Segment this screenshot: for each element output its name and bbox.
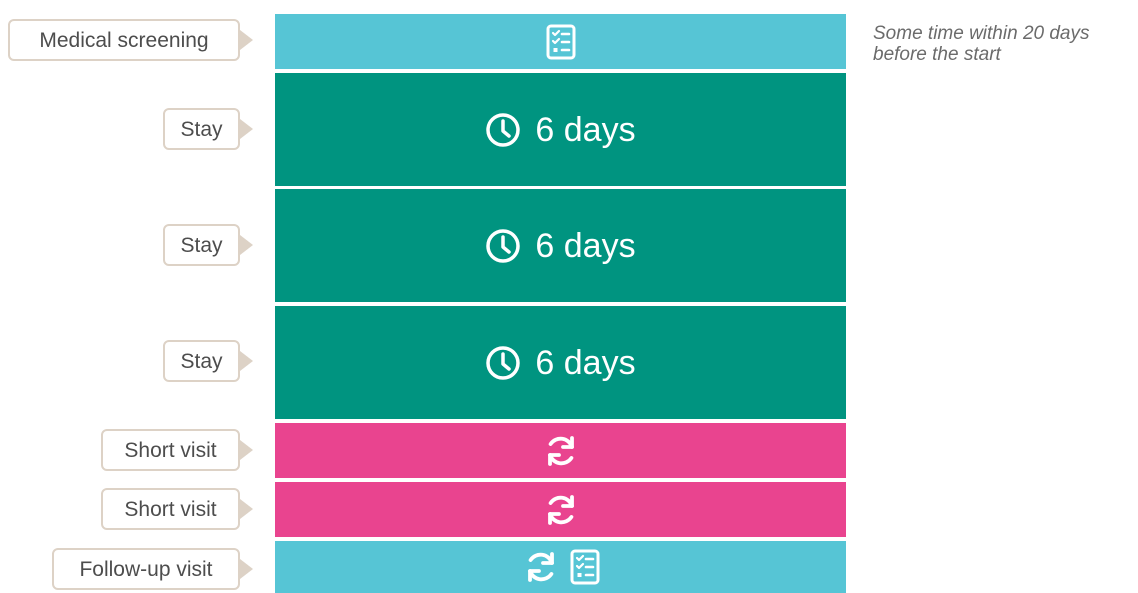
refresh-icon [542,432,580,470]
row-label-text: Short visit [124,497,217,521]
timeline-block-short-visit [275,423,846,478]
stay-duration: 6 days [535,226,636,265]
row-label-short-visit: Short visit [101,429,240,471]
stay-duration: 6 days [535,343,636,382]
row-label-stay: Stay [163,108,240,150]
label-pointer-arrow [240,235,253,255]
row-label-text: Stay [180,233,223,257]
row-label-text: Follow-up visit [79,557,213,581]
label-pointer-arrow [240,119,253,139]
refresh-icon [522,548,560,586]
checklist-icon [546,24,576,60]
row-label-text: Stay [180,117,223,141]
row-label-medical-screening: Medical screening [8,19,240,61]
timeline-block-stay: 6 days [275,73,846,186]
refresh-icon [542,491,580,529]
row-label-text: Stay [180,349,223,373]
row-label-stay: Stay [163,340,240,382]
timeline-block-follow-up-visit [275,541,846,593]
label-pointer-arrow [240,440,253,460]
clock-icon [485,112,521,148]
checklist-icon [570,549,600,585]
row-label-text: Medical screening [39,28,209,52]
timeline-block-medical-screening [275,14,846,69]
timeline-block-short-visit [275,482,846,537]
screening-timing-note: Some time within 20 days before the star… [873,23,1090,65]
row-label-short-visit: Short visit [101,488,240,530]
row-label-text: Short visit [124,438,217,462]
stay-duration: 6 days [535,110,636,149]
clock-icon [485,228,521,264]
row-label-stay: Stay [163,224,240,266]
label-pointer-arrow [240,30,253,50]
label-pointer-arrow [240,559,253,579]
label-pointer-arrow [240,351,253,371]
label-pointer-arrow [240,499,253,519]
timeline-block-stay: 6 days [275,306,846,419]
row-label-follow-up-visit: Follow-up visit [52,548,240,590]
clock-icon [485,345,521,381]
timeline-block-stay: 6 days [275,189,846,302]
